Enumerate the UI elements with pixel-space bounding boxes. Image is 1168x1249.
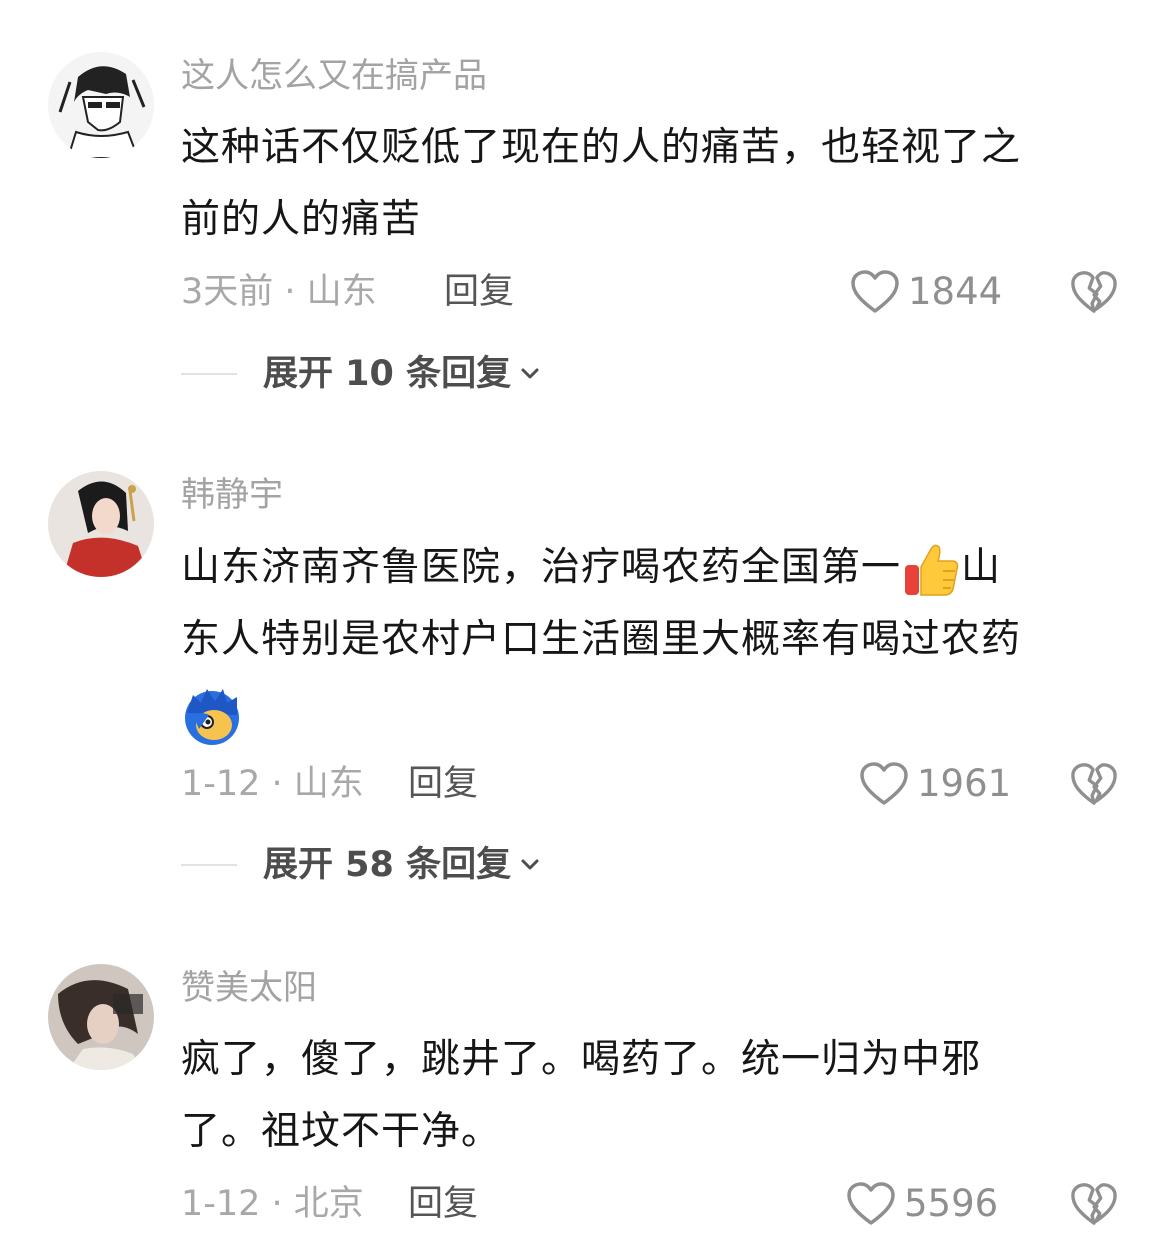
divider	[181, 864, 237, 866]
like-count: 1844	[908, 270, 1003, 313]
username[interactable]: 韩静宇	[181, 475, 283, 515]
chevron-down-icon	[521, 368, 539, 379]
comment-line: 山东济南齐鲁医院，治疗喝农药全国第一 山	[181, 532, 1131, 604]
like-count: 5596	[904, 1182, 999, 1225]
like-button[interactable]: 1961	[859, 759, 1011, 809]
broken-heart-icon[interactable]	[1070, 760, 1118, 808]
comment-line: 东人特别是农村户口生活圈里大概率有喝过农药	[181, 617, 1022, 662]
heart-outline-icon	[860, 762, 908, 805]
username[interactable]: 这人怎么又在搞产品	[181, 56, 487, 96]
time-location: 3天前 · 山东	[181, 272, 377, 312]
thumbs-up-emoji	[905, 544, 959, 596]
heart-outline-icon	[847, 1182, 895, 1225]
expand-replies[interactable]: 展开 10 条回复	[181, 352, 541, 396]
chevron-down-icon	[521, 859, 539, 870]
time-location: 1-12 · 北京	[181, 1184, 364, 1224]
comment-text: 这种话不仅贬低了现在的人的痛苦，也轻视了之 前的人的痛苦	[181, 112, 1131, 256]
username[interactable]: 赞美太阳	[181, 968, 317, 1008]
comment-text: 山东济南齐鲁医院，治疗喝农药全国第一 山 东人特别是农村户口生活圈里大概率有喝过…	[181, 532, 1131, 748]
like-button[interactable]: 5596	[846, 1179, 998, 1229]
avatar[interactable]	[48, 52, 154, 158]
broken-heart-icon[interactable]	[1070, 1180, 1118, 1228]
avatar[interactable]	[48, 964, 154, 1070]
broken-heart-icon[interactable]	[1070, 268, 1118, 316]
comment-text: 疯了，傻了，跳井了。喝药了。统一归为中邪 了。祖坟不干净。	[181, 1024, 1131, 1168]
avatar[interactable]	[48, 471, 154, 577]
divider	[181, 373, 237, 375]
comment-line: 这种话不仅贬低了现在的人的痛苦，也轻视了之	[181, 125, 1022, 170]
comment-line: 疯了，傻了，跳井了。喝药了。统一归为中邪	[181, 1037, 982, 1082]
comment-line	[181, 676, 1131, 748]
comment-line: 前的人的痛苦	[181, 197, 422, 242]
like-button[interactable]: 1844	[850, 267, 1002, 317]
reply-button[interactable]: 回复	[408, 1182, 478, 1226]
reply-button[interactable]: 回复	[444, 270, 514, 314]
reply-button[interactable]: 回复	[408, 762, 478, 806]
like-count: 1961	[917, 762, 1012, 805]
comment-line: 了。祖坟不干净。	[181, 1109, 502, 1154]
expand-replies[interactable]: 展开 58 条回复	[181, 843, 541, 887]
blue-hair-face-emoji	[185, 688, 239, 745]
heart-outline-icon	[851, 270, 899, 313]
time-location: 1-12 · 山东	[181, 764, 364, 804]
expand-replies-label: 展开 58 条回复	[263, 845, 512, 885]
expand-replies-label: 展开 10 条回复	[263, 354, 512, 394]
